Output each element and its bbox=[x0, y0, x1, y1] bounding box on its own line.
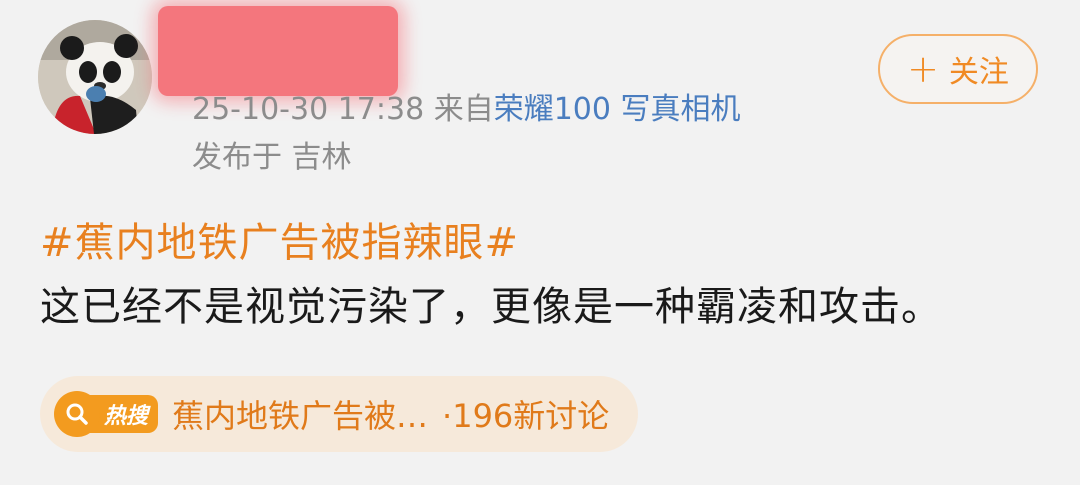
follow-label: 关注 bbox=[948, 55, 1009, 90]
post-text: 这已经不是视觉污染了，更像是一种霸凌和攻击。 bbox=[40, 284, 942, 330]
search-icon bbox=[54, 391, 100, 437]
source-prefix: 来自 bbox=[433, 92, 494, 127]
device-link[interactable]: 荣耀100 写真相机 bbox=[494, 92, 741, 127]
avatar[interactable] bbox=[38, 20, 152, 134]
post-timestamp: 25-10-30 17:38 bbox=[192, 92, 425, 127]
hot-search-count: ·196新讨论 bbox=[442, 397, 610, 435]
plus-icon: + bbox=[907, 47, 939, 91]
hot-search-card[interactable]: 热搜 蕉内地铁广告被… ·196新讨论 bbox=[40, 376, 638, 452]
post-location: 发布于 吉林 bbox=[192, 140, 352, 175]
redacted-username bbox=[158, 6, 398, 96]
hot-search-badge: 热搜 bbox=[54, 391, 159, 437]
hot-search-title: 蕉内地铁广告被… bbox=[172, 397, 429, 435]
post-meta: 25-10-30 17:38 来自荣耀100 写真相机 bbox=[192, 88, 741, 132]
topic-hashtag-link[interactable]: #蕉内地铁广告被指辣眼# bbox=[40, 215, 519, 271]
follow-button[interactable]: + 关注 bbox=[878, 34, 1038, 104]
